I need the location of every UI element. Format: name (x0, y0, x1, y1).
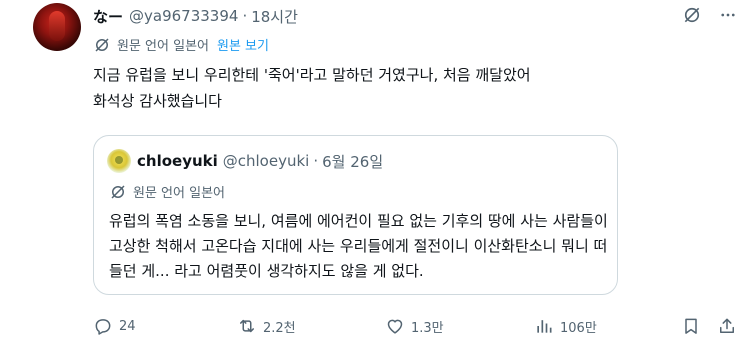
views-count: 106만 (560, 320, 597, 336)
share-button[interactable] (717, 312, 743, 340)
post-header: なー @ya96733394 · 18시간 (93, 6, 298, 26)
original-language-label: 원문 언어 일본어 (117, 39, 209, 54)
quoted-text-line: 유럽의 폭염 소동을 보니, 여름에 에어컨이 필요 없는 기후의 땅에 사는 … (109, 212, 608, 230)
reply-count: 24 (119, 318, 136, 334)
post-text-line: 화석상 감사했습니다 (93, 92, 222, 110)
post-separator: · (242, 7, 248, 25)
views-icon (537, 320, 552, 333)
quoted-post[interactable]: chloeyuki @chloeyuki · 6월 26일 원문 언어 일본어 … (93, 135, 618, 295)
quoted-translation-notice: 원문 언어 일본어 (109, 182, 225, 201)
post-author-handle[interactable]: @ya96733394 (129, 7, 238, 25)
quoted-author-avatar (107, 149, 131, 173)
post-actions: 24 2.2천 1.3만 106만 (93, 312, 738, 340)
like-button[interactable]: 1.3만 (385, 312, 444, 340)
quoted-post-text: 유럽의 폭염 소동을 보니, 여름에 에어컨이 필요 없는 기후의 땅에 사는 … (109, 209, 609, 284)
quoted-original-language-label: 원문 언어 일본어 (133, 186, 225, 201)
repost-icon (240, 319, 254, 333)
reply-icon (95, 319, 111, 335)
views-button[interactable]: 106만 (534, 312, 597, 340)
post-author-name[interactable]: なー (93, 6, 123, 27)
quoted-author-name: chloeyuki (137, 152, 218, 170)
bookmark-icon (685, 318, 697, 334)
post-text: 지금 유럽을 보니 우리한테 '죽어'라고 말하던 거였구나, 처음 깨달았어 … (93, 62, 653, 114)
show-original-link[interactable]: 원본 보기 (217, 35, 269, 54)
repost-count: 2.2천 (263, 320, 296, 336)
translate-icon (95, 37, 109, 52)
grok-icon[interactable] (682, 5, 702, 25)
like-count: 1.3만 (411, 320, 444, 336)
repost-button[interactable]: 2.2천 (237, 312, 296, 340)
reply-button[interactable]: 24 (93, 312, 136, 340)
quoted-text-line: 고상한 척해서 고온다습 지대에 사는 우리들에게 절전이니 이산화탄소니 뭐니… (109, 237, 608, 255)
translation-notice: 원문 언어 일본어 원본 보기 (93, 35, 269, 54)
quoted-author-handle: @chloeyuki (222, 152, 310, 170)
quoted-text-line: 들던 게... 라고 어렴풋이 생각하지도 않을 게 없다. (109, 262, 424, 280)
post-text-line: 지금 유럽을 보니 우리한테 '죽어'라고 말하던 거였구나, 처음 깨달았어 (93, 66, 531, 84)
post-author-avatar[interactable] (33, 3, 81, 51)
more-options-icon[interactable] (718, 5, 738, 25)
heart-icon (387, 319, 403, 334)
post-timestamp[interactable]: 18시간 (251, 6, 298, 27)
bookmark-button[interactable] (681, 312, 707, 340)
quoted-post-header: chloeyuki @chloeyuki · 6월 26일 (107, 149, 383, 173)
translate-icon (111, 184, 125, 199)
share-icon (720, 318, 734, 333)
quoted-date: 6월 26일 (322, 152, 384, 171)
quoted-separator: · (313, 152, 319, 170)
